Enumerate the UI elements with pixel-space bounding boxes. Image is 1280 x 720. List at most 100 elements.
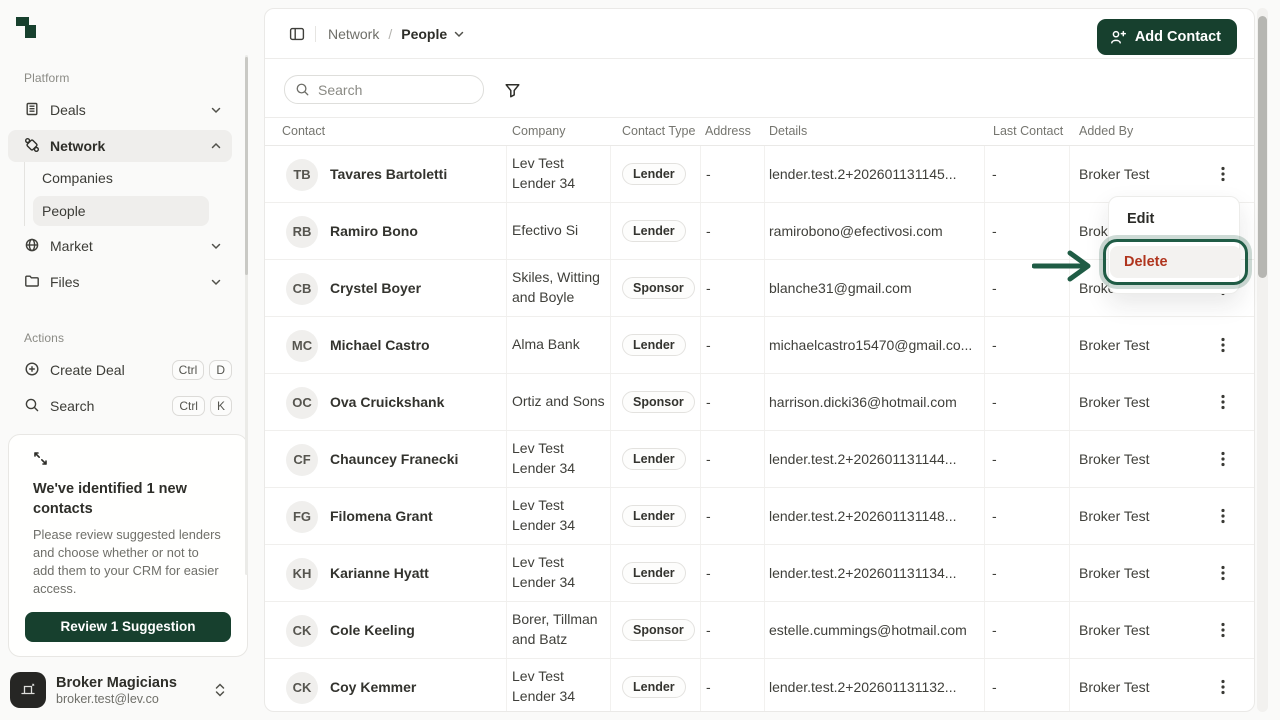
contact-name: Ova Cruickshank [330,374,444,430]
company: Lev Test Lender 34 [512,431,609,487]
contact-type-badge: Sponsor [622,619,695,641]
account-name: Broker Magicians [56,675,177,691]
actions-section-label: Actions [24,331,64,345]
address: - [706,545,711,601]
filter-button[interactable] [497,75,527,105]
row-menu-button[interactable] [1211,659,1235,712]
main-scrollbar[interactable] [1258,16,1267,278]
search-box [284,75,484,104]
contact-type-badge: Lender [622,334,686,356]
sidebar-item-network[interactable]: Network [8,130,232,162]
review-suggestion-button[interactable]: Review 1 Suggestion [25,612,231,642]
sidebar-toggle-icon[interactable] [289,26,305,42]
search-icon [295,82,310,97]
table-row[interactable]: CF Chauncey Franecki Lev Test Lender 34 … [265,431,1254,488]
avatar: TB [286,159,318,191]
account-switcher[interactable]: Broker Magicians broker.test@lev.co [8,668,248,712]
details: lender.test.2+202601131134... [769,545,977,601]
address: - [706,488,711,544]
breadcrumb-page-dropdown[interactable]: People [401,26,465,42]
table-row[interactable]: KH Karianne Hyatt Lev Test Lender 34 Len… [265,545,1254,602]
row-menu-button[interactable] [1211,488,1235,544]
table-row[interactable]: FG Filomena Grant Lev Test Lender 34 Len… [265,488,1254,545]
added-by: Broker Test [1079,545,1150,601]
contact-type-badge: Lender [622,562,686,584]
table-row[interactable]: TB Tavares Bartoletti Lev Test Lender 34… [265,146,1254,203]
contact-name: Coy Kemmer [330,659,416,712]
search-action[interactable]: Search Ctrl K [8,390,248,422]
action-label: Search [50,398,94,414]
avatar: KH [286,558,318,590]
row-menu-button[interactable] [1211,545,1235,601]
breadcrumb-network-link[interactable]: Network [328,26,379,42]
company: Lev Test Lender 34 [512,659,609,712]
create-deal-action[interactable]: Create Deal Ctrl D [8,354,248,386]
details: harrison.dicki36@hotmail.com [769,374,977,430]
sidebar-item-label: Files [50,274,80,290]
address: - [706,146,711,202]
sidebar-item-people[interactable]: People [33,196,209,226]
sidebar: Platform Deals Network Companies People … [0,0,264,720]
sidebar-item-files[interactable]: Files [8,266,232,298]
row-menu-button[interactable] [1211,317,1235,373]
unfold-icon [214,682,226,698]
menu-item-edit[interactable]: Edit [1115,204,1233,234]
added-by: Broker Test [1079,431,1150,487]
avatar: FG [286,501,318,533]
last-contact: - [992,488,997,544]
table-row[interactable]: MC Michael Castro Alma Bank Lender - mic… [265,317,1254,374]
column-header-details: Details [769,124,807,138]
contact-name: Cole Keeling [330,602,415,658]
kbd-k: K [210,396,232,416]
add-contact-button[interactable]: Add Contact [1097,19,1237,55]
plus-circle-icon [24,361,40,380]
contact-type-badge: Lender [622,220,686,242]
row-menu-button[interactable] [1211,146,1235,202]
avatar: CB [286,273,318,305]
last-contact: - [992,374,997,430]
account-avatar [10,672,46,708]
contact-type-badge: Lender [622,448,686,470]
avatar: OC [286,387,318,419]
table-row[interactable]: CK Cole Keeling Borer, Tillman and Batz … [265,602,1254,659]
row-menu-button[interactable] [1211,431,1235,487]
suggestions-title: We've identified 1 new contacts [33,479,213,519]
contact-name: Filomena Grant [330,488,433,544]
platform-section-label: Platform [24,71,69,85]
last-contact: - [992,431,997,487]
chevron-down-icon [210,276,222,288]
last-contact: - [992,146,997,202]
sidebar-item-market[interactable]: Market [8,230,232,262]
table-row[interactable]: CK Coy Kemmer Lev Test Lender 34 Lender … [265,659,1254,712]
last-contact: - [992,260,997,316]
sidebar-scrollbar[interactable] [245,57,248,275]
action-label: Create Deal [50,362,125,378]
table-row[interactable]: OC Ova Cruickshank Ortiz and Sons Sponso… [265,374,1254,431]
table-body: TB Tavares Bartoletti Lev Test Lender 34… [265,146,1254,712]
sidebar-item-label: Market [50,238,93,254]
contact-type-badge: Lender [622,163,686,185]
search-icon [24,397,40,416]
contact-name: Karianne Hyatt [330,545,429,601]
account-email: broker.test@lev.co [56,692,177,706]
details: blanche31@gmail.com [769,260,977,316]
avatar: CK [286,672,318,704]
details: lender.test.2+202601131144... [769,431,977,487]
app-window: Platform Deals Network Companies People … [0,0,1280,720]
details: ramirobono@efectivosi.com [769,203,977,259]
column-header-company: Company [512,124,566,138]
chevron-down-icon [210,104,222,116]
divider [315,26,316,42]
menu-item-delete[interactable]: Delete [1110,246,1241,278]
contact-name: Crystel Boyer [330,260,421,316]
sidebar-item-companies[interactable]: Companies [33,163,209,193]
details: lender.test.2+202601131132... [769,659,977,712]
search-input[interactable] [318,82,468,98]
delete-highlight-ring: Delete [1103,239,1248,285]
row-menu-button[interactable] [1211,374,1235,430]
company: Skiles, Witting and Boyle [512,260,609,316]
sidebar-item-label: People [42,203,86,219]
row-menu-button[interactable] [1211,602,1235,658]
sidebar-item-deals[interactable]: Deals [8,94,232,126]
added-by: Broker Test [1079,374,1150,430]
